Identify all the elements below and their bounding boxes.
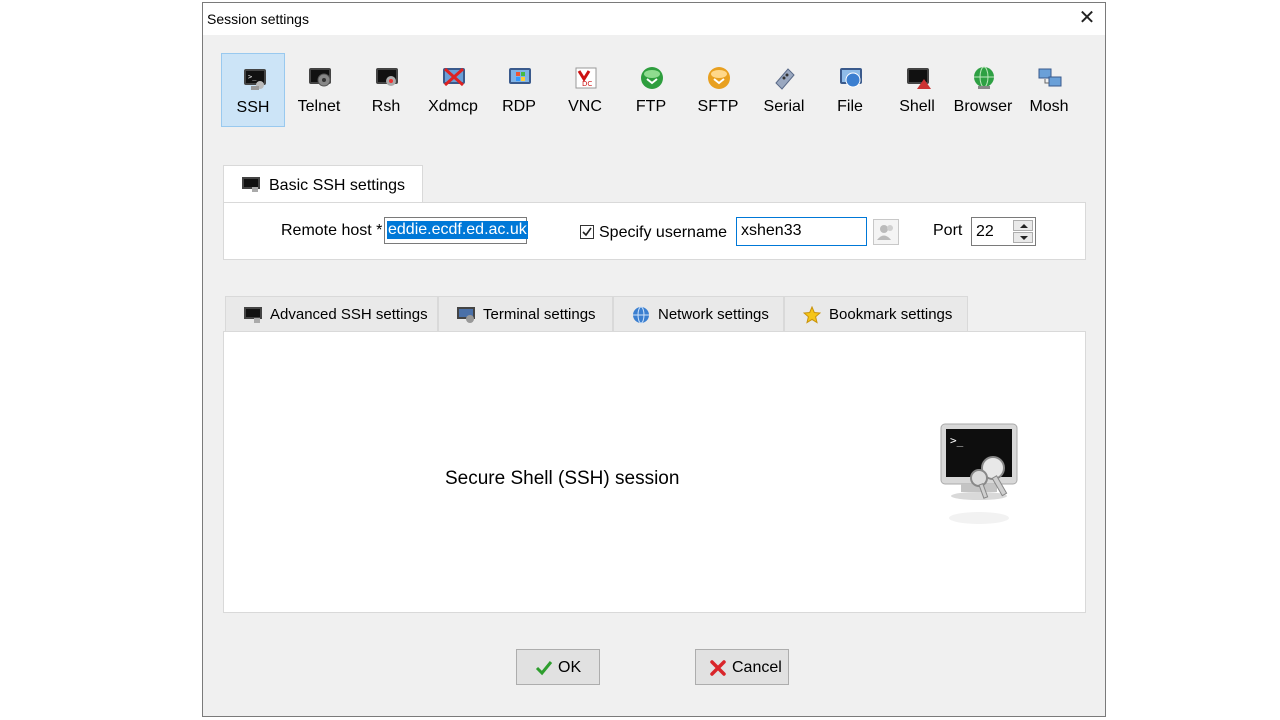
tab-advanced-ssh-settings[interactable]: Advanced SSH settings: [225, 296, 438, 332]
session-type-label: VNC: [568, 98, 602, 115]
terminal-settings-icon: [457, 307, 475, 323]
rsh-icon: [376, 68, 398, 86]
rdp-icon: [509, 68, 531, 84]
users-icon: [877, 225, 893, 240]
user-manager-button[interactable]: [873, 219, 899, 245]
tab-label: Advanced SSH settings: [270, 306, 428, 323]
session-type-label: Serial: [763, 98, 805, 115]
svg-text:DC: DC: [582, 80, 592, 88]
close-icon: [710, 660, 726, 676]
xdmcp-icon: [443, 67, 465, 87]
browser-icon: [974, 66, 994, 89]
session-type-browser[interactable]: Browser: [951, 53, 1015, 127]
session-description: Secure Shell (SSH) session: [445, 468, 680, 489]
session-type-label: SSH: [236, 99, 270, 116]
remote-host-value: eddie.ecdf.ed.ac.uk: [387, 221, 528, 239]
ssh-icon: >_: [244, 69, 266, 90]
tab-basic-ssh-settings[interactable]: Basic SSH settings: [223, 165, 423, 203]
session-type-label: FTP: [635, 98, 667, 115]
session-type-label: Mosh: [1029, 98, 1069, 115]
session-type-label: Xdmcp: [428, 98, 478, 115]
port-spinner[interactable]: 22: [971, 217, 1036, 246]
globe-icon: [633, 306, 649, 324]
tab-label: Network settings: [658, 306, 769, 323]
star-icon: [803, 306, 821, 324]
svg-text:>_: >_: [248, 73, 257, 81]
sftp-icon: [708, 67, 730, 89]
title-bar: Session settings ✕: [203, 3, 1105, 35]
session-type-label: SFTP: [697, 98, 739, 115]
arrow-up-icon: [1020, 224, 1028, 228]
session-type-rsh[interactable]: Rsh: [354, 53, 418, 127]
session-type-rdp[interactable]: RDP: [487, 53, 551, 127]
remote-host-input[interactable]: eddie.ecdf.ed.ac.uk: [384, 217, 528, 244]
tab-network-settings[interactable]: Network settings: [613, 296, 784, 332]
vnc-icon: DC: [575, 67, 597, 89]
ftp-icon: [641, 67, 663, 89]
port-increment-button[interactable]: [1013, 220, 1033, 231]
session-type-sftp[interactable]: SFTP: [686, 53, 750, 127]
session-type-mosh[interactable]: Mosh: [1017, 53, 1081, 127]
port-decrement-button[interactable]: [1013, 232, 1033, 243]
terminal-icon: [244, 307, 262, 323]
ok-button[interactable]: OK: [516, 649, 600, 685]
session-type-xdmcp[interactable]: Xdmcp: [421, 53, 485, 127]
tab-label: Basic SSH settings: [269, 177, 406, 194]
serial-icon: [775, 68, 795, 90]
svg-text:>_: >_: [950, 434, 964, 447]
session-type-label: Telnet: [297, 98, 341, 115]
port-spin-buttons: [1013, 220, 1033, 243]
session-type-label: Shell: [899, 98, 935, 115]
session-type-ssh[interactable]: >_ SSH: [221, 53, 285, 127]
ok-label: OK: [558, 659, 582, 676]
specify-username-checkbox[interactable]: [580, 225, 594, 239]
session-type-label: Rsh: [371, 98, 401, 115]
terminal-icon: [242, 177, 260, 192]
arrow-down-icon: [1020, 236, 1028, 240]
session-type-telnet[interactable]: Telnet: [287, 53, 351, 127]
telnet-icon: [309, 68, 331, 87]
session-type-ftp[interactable]: FTP: [619, 53, 683, 127]
cancel-button[interactable]: Cancel: [695, 649, 789, 685]
advanced-settings-panel: Secure Shell (SSH) session >_: [223, 331, 1086, 613]
mosh-icon: [1038, 68, 1062, 87]
session-type-file[interactable]: File: [818, 53, 882, 127]
tab-label: Terminal settings: [483, 306, 596, 323]
port-value: 22: [976, 223, 994, 240]
session-type-shell[interactable]: Shell: [885, 53, 949, 127]
session-type-serial[interactable]: Serial: [752, 53, 816, 127]
tab-terminal-settings[interactable]: Terminal settings: [438, 296, 613, 332]
session-type-label: RDP: [502, 98, 536, 115]
tab-label: Bookmark settings: [829, 306, 953, 323]
file-icon: [840, 68, 862, 88]
port-label: Port: [933, 222, 963, 239]
cancel-label: Cancel: [732, 659, 782, 676]
basic-settings-panel: Remote host * eddie.ecdf.ed.ac.uk Specif…: [223, 202, 1086, 260]
username-input[interactable]: xshen33: [736, 217, 867, 246]
shell-icon: [907, 68, 931, 89]
window-title: Session settings: [207, 11, 309, 27]
session-type-label: File: [837, 98, 863, 115]
session-type-vnc[interactable]: DC VNC: [553, 53, 617, 127]
specify-username-label[interactable]: Specify username: [599, 224, 727, 242]
session-type-label: Browser: [953, 98, 1013, 115]
remote-host-label: Remote host *: [281, 222, 383, 239]
session-settings-dialog: Session settings ✕ >_ SSH Telnet Rsh Xdm…: [202, 2, 1106, 717]
close-icon[interactable]: ✕: [1075, 6, 1099, 30]
ssh-terminal-keys-icon: >_: [940, 423, 1018, 524]
checkmark-icon: [535, 661, 553, 676]
tab-bookmark-settings[interactable]: Bookmark settings: [784, 296, 968, 332]
checkmark-icon: [582, 227, 592, 237]
username-value: xshen33: [741, 222, 802, 239]
